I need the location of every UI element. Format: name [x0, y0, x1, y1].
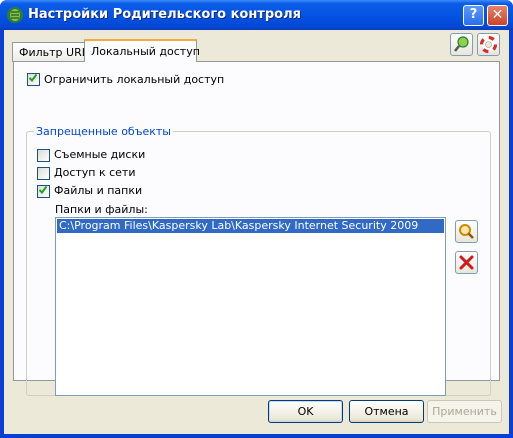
- files-folders-label: Файлы и папки: [54, 184, 143, 197]
- close-button[interactable]: ✕: [487, 5, 508, 26]
- delete-x-icon: [459, 255, 474, 270]
- kaspersky-app-icon: [7, 7, 23, 23]
- lifebuoy-icon: [479, 35, 498, 54]
- browse-button[interactable]: [455, 220, 478, 243]
- dialog-client-area: Фильтр URL Локальный доступ Ограничить л…: [4, 30, 509, 434]
- network-access-label: Доступ к сети: [54, 166, 136, 179]
- network-access-checkbox[interactable]: [37, 167, 50, 180]
- checkmark-icon: [39, 185, 47, 195]
- forbidden-objects-title: Запрещенные объекты: [34, 125, 173, 138]
- list-item[interactable]: C:\Program Files\Kaspersky Lab\Kaspersky…: [57, 219, 444, 233]
- cancel-button[interactable]: Отмена: [349, 400, 424, 423]
- window-title: Настройки Родительского контроля: [28, 7, 301, 22]
- key-search-icon: [454, 36, 469, 52]
- removable-disks-checkbox[interactable]: [37, 149, 50, 162]
- removable-disks-label: Съемные диски: [54, 148, 146, 161]
- folders-files-list[interactable]: C:\Program Files\Kaspersky Lab\Kaspersky…: [55, 217, 446, 396]
- checkmark-icon: [29, 73, 37, 83]
- magnifier-icon: [459, 224, 474, 239]
- apply-button[interactable]: Применить: [427, 400, 502, 423]
- delete-button[interactable]: [455, 251, 478, 274]
- help-button[interactable]: ?: [463, 5, 484, 26]
- key-settings-button[interactable]: [450, 33, 473, 56]
- folders-files-label: Папки и файлы:: [55, 203, 148, 216]
- restrict-label: Ограничить локальный доступ: [44, 73, 225, 86]
- restrict-checkbox[interactable]: [27, 73, 40, 86]
- ok-button[interactable]: OK: [268, 400, 343, 423]
- tab-panel: Ограничить локальный доступ Запрещенные …: [13, 61, 500, 396]
- help-lifebuoy-button[interactable]: [477, 33, 500, 56]
- title-bar[interactable]: Настройки Родительского контроля ? ✕: [0, 0, 513, 30]
- tab-local-access[interactable]: Локальный доступ: [84, 39, 200, 62]
- files-folders-checkbox[interactable]: [37, 185, 50, 198]
- tab-url-filter[interactable]: Фильтр URL: [12, 42, 88, 62]
- dialog-window: Настройки Родительского контроля ? ✕ Фил…: [0, 0, 513, 438]
